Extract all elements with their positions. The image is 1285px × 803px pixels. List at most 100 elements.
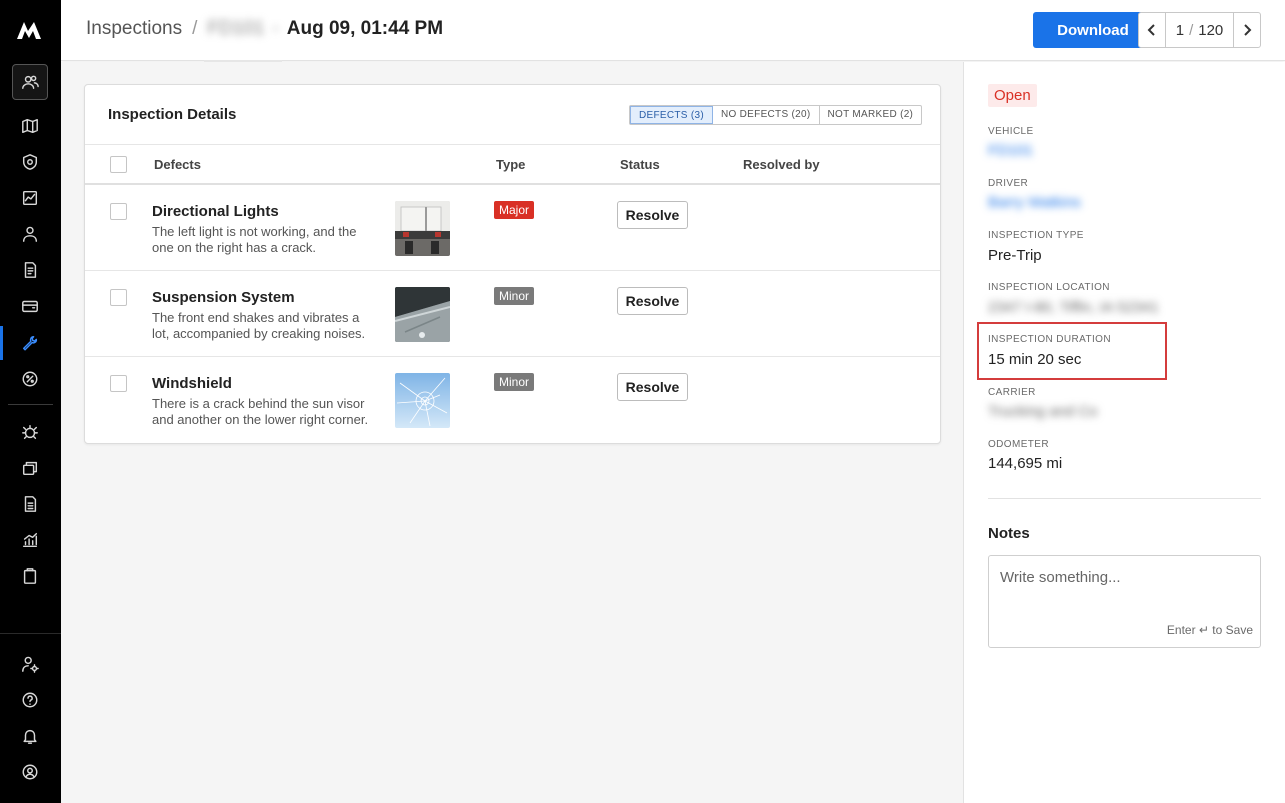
page-indicator: 1/120: [1166, 22, 1233, 39]
defect-photo-thumbnail[interactable]: [395, 287, 450, 342]
inspection-duration-value: 15 min 20 sec: [988, 351, 1082, 368]
inspection-duration-label: INSPECTION DURATION: [988, 334, 1111, 345]
sidebar-item-reports[interactable]: [12, 486, 48, 522]
carrier-label: CARRIER: [988, 387, 1036, 398]
severity-badge: Minor: [494, 287, 535, 305]
sidebar-item-users[interactable]: [12, 64, 48, 100]
users-icon: [22, 75, 39, 90]
select-all-checkbox[interactable]: [110, 156, 127, 173]
defect-title: Directional Lights: [152, 203, 279, 220]
notes-title: Notes: [988, 525, 1030, 542]
notes-input[interactable]: [989, 556, 1260, 616]
defect-photo-thumbnail[interactable]: [395, 201, 450, 256]
row-checkbox[interactable]: [110, 289, 127, 306]
vehicle-link[interactable]: FD101: [988, 142, 1033, 159]
notes-box: Enter ↵ to Save: [988, 555, 1261, 648]
report-icon: [24, 496, 37, 512]
driver-icon: [22, 226, 38, 242]
driver-label: DRIVER: [988, 178, 1029, 189]
carrier-value: Trucking and Co: [988, 403, 1098, 420]
sidebar: [0, 0, 61, 803]
document-icon: [24, 262, 37, 278]
breadcrumb-dash: -: [272, 18, 279, 39]
chevron-right-icon: [1244, 24, 1252, 36]
column-defects: Defects: [154, 157, 201, 172]
dashboard-icon: [22, 190, 38, 206]
sidebar-item-compliance[interactable]: [12, 361, 48, 397]
page-title: Aug 09, 01:44 PM: [286, 18, 444, 39]
row-checkbox[interactable]: [110, 203, 127, 220]
column-resolved-by: Resolved by: [743, 157, 820, 172]
shield-icon: [22, 154, 38, 170]
driver-link[interactable]: Barry Watkins: [988, 194, 1081, 211]
resolve-button[interactable]: Resolve: [617, 287, 688, 315]
defect-description: There is a crack behind the sun visor an…: [152, 396, 369, 427]
table-row: Suspension System The front end shakes a…: [85, 271, 940, 357]
sidebar-item-help[interactable]: [12, 682, 48, 718]
defect-title: Suspension System: [152, 289, 295, 306]
map-icon: [22, 118, 38, 134]
download-button[interactable]: Download: [1033, 12, 1153, 48]
defect-title: Windshield: [152, 375, 232, 392]
odometer-value: 144,695 mi: [988, 455, 1063, 472]
logo-icon[interactable]: [15, 19, 43, 41]
page-total: 120: [1198, 21, 1224, 39]
odometer-label: ODOMETER: [988, 439, 1049, 450]
page-current: 1: [1175, 21, 1185, 39]
active-indicator: [0, 326, 3, 360]
clipboard-icon: [23, 568, 37, 584]
breadcrumb: Inspections / FD101 - Aug 09, 01:44 PM: [86, 18, 443, 40]
breadcrumb-inspections-link[interactable]: Inspections: [86, 18, 182, 40]
sidebar-item-billing[interactable]: [12, 288, 48, 324]
sidebar-item-drivers[interactable]: [12, 216, 48, 252]
notes-save-hint: Enter ↵ to Save: [1166, 623, 1253, 637]
wallet-icon: [22, 300, 38, 313]
sidebar-item-maintenance[interactable]: [12, 325, 48, 361]
defect-description: The front end shakes and vibrates a lot,…: [152, 310, 366, 341]
breadcrumb-separator: /: [192, 18, 198, 39]
table-row: Windshield There is a crack behind the s…: [85, 357, 940, 443]
column-type: Type: [496, 157, 526, 172]
sidebar-item-analytics[interactable]: [12, 522, 48, 558]
inspection-info-panel: Open VEHICLE FD101 DRIVER Barry Watkins …: [963, 62, 1285, 803]
filter-defects[interactable]: DEFECTS (3): [630, 106, 713, 124]
sidebar-item-dashboard[interactable]: [12, 180, 48, 216]
sidebar-item-documents[interactable]: [12, 252, 48, 288]
defect-filter-group: DEFECTS (3) NO DEFECTS (20) NOT MARKED (…: [629, 105, 923, 125]
bell-icon: [23, 729, 37, 744]
inspection-type-value: Pre-Trip: [988, 247, 1042, 264]
resolve-button[interactable]: Resolve: [617, 201, 688, 229]
sidebar-item-tasks[interactable]: [12, 558, 48, 594]
table-header: Defects Type Status Resolved by: [85, 144, 940, 185]
table-row: Directional Lights The left light is not…: [85, 185, 940, 271]
sidebar-bottom-separator: [0, 633, 61, 634]
defect-photo-thumbnail[interactable]: [395, 373, 450, 428]
sidebar-item-user-settings[interactable]: [12, 646, 48, 682]
sidebar-item-notifications[interactable]: [12, 718, 48, 754]
badge-icon: [22, 371, 38, 387]
filter-not-marked[interactable]: NOT MARKED (2): [820, 106, 922, 124]
vehicle-label: VEHICLE: [988, 126, 1034, 137]
sidebar-item-map[interactable]: [12, 108, 48, 144]
defect-description: The left light is not working, and the o…: [152, 224, 357, 255]
cards-icon: [22, 461, 38, 476]
panel-divider: [988, 498, 1261, 499]
row-checkbox[interactable]: [110, 375, 127, 392]
chevron-left-icon: [1147, 24, 1155, 36]
sidebar-item-diagnostics[interactable]: [12, 414, 48, 450]
truck-lights-image: [395, 201, 450, 256]
sidebar-item-safety[interactable]: [12, 144, 48, 180]
next-page-button[interactable]: [1233, 13, 1260, 47]
previous-page-button[interactable]: [1139, 13, 1166, 47]
card-title: Inspection Details: [108, 106, 237, 123]
cracked-windshield-image: [395, 373, 450, 428]
resolve-button[interactable]: Resolve: [617, 373, 688, 401]
breadcrumb-vehicle-redacted: FD101: [207, 18, 265, 39]
inspection-location-label: INSPECTION LOCATION: [988, 282, 1110, 293]
sidebar-item-profile[interactable]: [12, 754, 48, 790]
filter-no-defects[interactable]: NO DEFECTS (20): [713, 106, 820, 124]
inspection-type-label: INSPECTION TYPE: [988, 230, 1084, 241]
user-settings-icon: [22, 656, 39, 673]
sidebar-item-cards[interactable]: [12, 450, 48, 486]
help-icon: [22, 692, 38, 708]
